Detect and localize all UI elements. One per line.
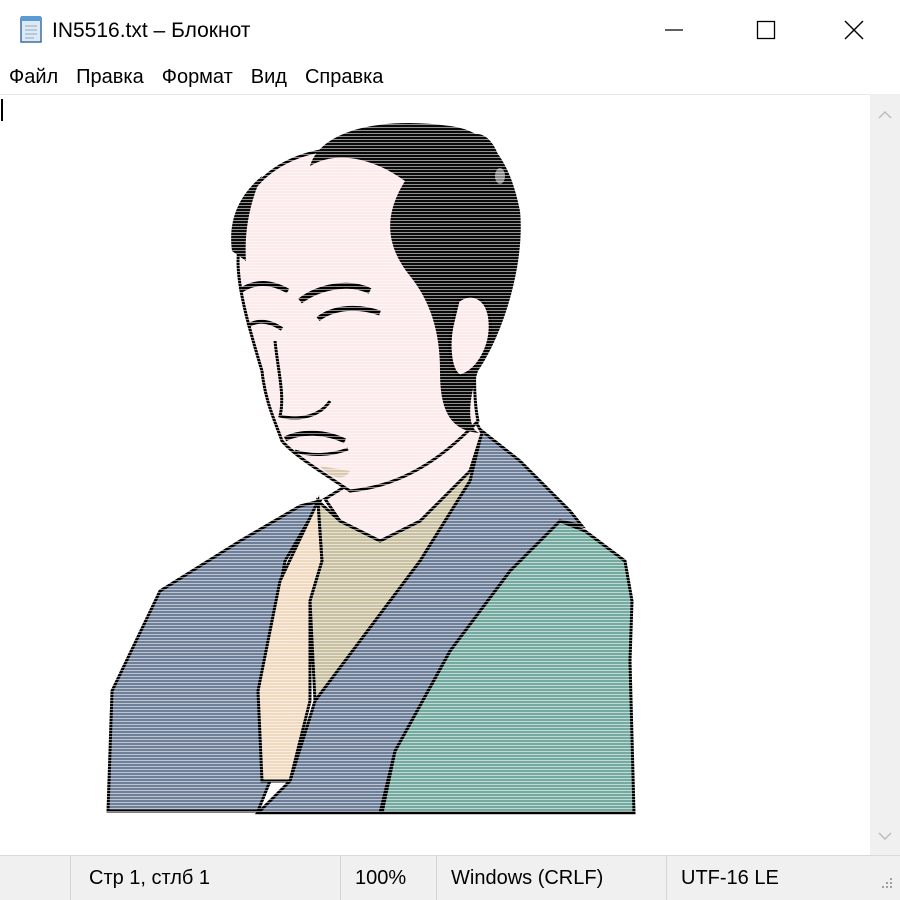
maximize-icon [756,20,776,40]
menu-format[interactable]: Формат [153,64,242,90]
menu-edit[interactable]: Правка [67,64,153,90]
chevron-down-icon[interactable] [876,827,894,845]
title-bar[interactable]: IN5516.txt – Блокнот [0,0,900,60]
samurai-ascii-art [100,111,640,821]
zoom-level: 100% [340,856,436,900]
close-button[interactable] [808,0,900,60]
menu-view[interactable]: Вид [242,64,296,90]
menu-help[interactable]: Справка [296,64,392,90]
notepad-icon [20,16,42,43]
menu-bar: Файл Правка Формат Вид Справка [0,60,900,94]
maximize-button[interactable] [720,0,812,60]
text-editor[interactable] [0,94,870,855]
status-bar: Стр 1, стлб 1 100% Windows (CRLF) UTF-16… [0,855,900,900]
minimize-icon [665,29,683,31]
minimize-button[interactable] [628,0,720,60]
encoding: UTF-16 LE [666,856,870,900]
vertical-scrollbar[interactable] [870,94,900,855]
chevron-up-icon[interactable] [876,106,894,124]
menu-file[interactable]: Файл [0,64,67,90]
close-icon [844,20,864,40]
line-endings: Windows (CRLF) [436,856,666,900]
resize-grip-icon[interactable] [876,872,896,892]
window-title: IN5516.txt – Блокнот [52,19,251,42]
cursor-position: Стр 1, стлб 1 [70,856,340,900]
